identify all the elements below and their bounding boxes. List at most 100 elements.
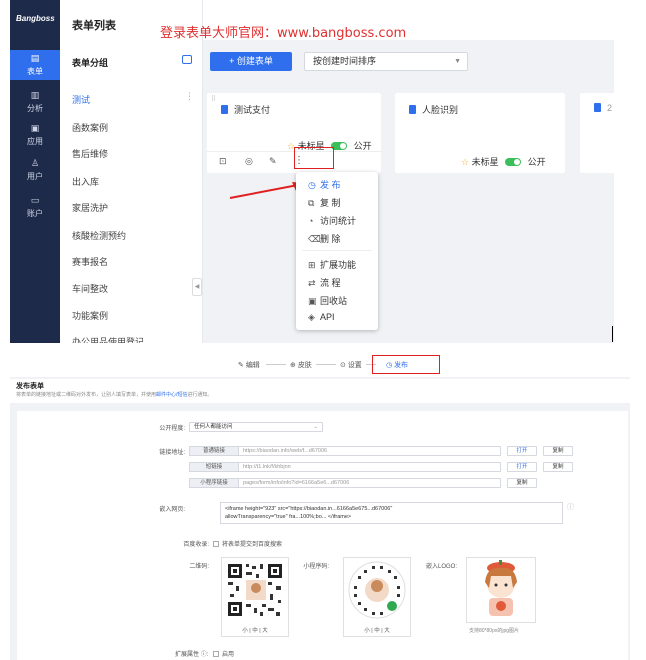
- group-item[interactable]: 核酸检测预约: [72, 229, 126, 242]
- logo-upload-box[interactable]: [466, 557, 536, 623]
- select-value: 任何人都能访问: [194, 424, 233, 430]
- preview-icon[interactable]: ⊡: [219, 156, 227, 167]
- card-status: ☆ 未标星 公开: [461, 155, 546, 168]
- nav-item-account[interactable]: ▭ 账户: [10, 195, 60, 219]
- logo-image: [485, 560, 517, 616]
- group-item[interactable]: 赛事报名: [72, 255, 108, 268]
- normal-link-field[interactable]: https://biaodan.info/web/f...d67006: [238, 446, 501, 456]
- size-medium[interactable]: 中: [374, 628, 380, 634]
- menu-item-publish[interactable]: ◷ 发 布: [308, 178, 341, 191]
- nav-label: 分析: [27, 104, 43, 113]
- help-icon[interactable]: ⓘ: [567, 502, 574, 512]
- menu-item-stats[interactable]: ◔ 访问统计: [308, 214, 356, 227]
- mini-code-label: 小程序码:: [303, 564, 329, 570]
- qr-label: 二维码:: [189, 564, 209, 570]
- menu-item-copy[interactable]: ⧉ 复 制: [308, 196, 341, 209]
- form-icon: ▤: [30, 53, 40, 63]
- page-title: 表单列表: [72, 20, 116, 32]
- api-icon: ◈: [308, 312, 315, 322]
- ext-text: 启用: [222, 652, 235, 658]
- copy-mini-link-button[interactable]: 复制: [507, 478, 537, 488]
- star-label: 未标星: [471, 157, 499, 167]
- public-toggle[interactable]: [505, 158, 522, 166]
- form-file-icon: [221, 105, 228, 114]
- form-card-title: 2: [594, 103, 612, 113]
- highlight-box: [372, 355, 440, 374]
- nav-item-analysis[interactable]: ▥ 分析: [10, 90, 60, 114]
- group-item[interactable]: 测试: [72, 93, 90, 106]
- menu-item-delete[interactable]: ⌫删 除: [308, 232, 341, 245]
- copy-short-link-button[interactable]: 复制: [543, 462, 573, 472]
- menu-item-extend[interactable]: ⊞ 扩展功能: [308, 258, 356, 271]
- link-type-tag: 小程序链接: [189, 478, 239, 488]
- chevron-down-icon: ▼: [454, 58, 461, 65]
- form-list-screen: Bangboss ▤ 表单 ▥ 分析 ▣ 应用 ♙ 用户 ▭ 账户 表单列表 表…: [10, 0, 614, 343]
- size-large[interactable]: 大: [262, 628, 268, 634]
- menu-item-api[interactable]: ◈ API: [308, 312, 335, 323]
- collapse-group-icon[interactable]: [182, 55, 192, 64]
- view-icon[interactable]: ◎: [245, 156, 253, 167]
- short-link-field[interactable]: http://t1.lnk/f/khbjnn: [238, 462, 501, 472]
- group-item[interactable]: 功能案例: [72, 309, 108, 322]
- help-icon[interactable]: ⓘ: [201, 652, 207, 658]
- menu-label: 删 除: [320, 234, 341, 244]
- open-short-link-button[interactable]: 打开: [507, 462, 537, 472]
- form-card[interactable]: 人脸识别 ☆ 未标星 公开: [395, 93, 565, 173]
- checkbox[interactable]: [213, 541, 219, 547]
- link-label: 链接地址:: [159, 450, 185, 456]
- more-icon[interactable]: ⋮: [185, 91, 194, 102]
- group-item[interactable]: 家居洗护: [72, 201, 108, 214]
- star-icon[interactable]: ☆: [461, 157, 469, 167]
- form-card[interactable]: 2: [580, 93, 614, 173]
- step-settings[interactable]: ⊙ 设置: [340, 360, 362, 370]
- copy-link-button[interactable]: 复制: [543, 446, 573, 456]
- group-item[interactable]: 函数案例: [72, 121, 108, 134]
- wallet-icon: ▭: [30, 195, 40, 205]
- group-item[interactable]: 出入库: [72, 175, 99, 188]
- desc-text: 将表单的链接地址或二维码对外发布，让别人填写表单，并使用: [16, 392, 157, 398]
- mini-program-code-image: [348, 561, 406, 619]
- size-small[interactable]: 小: [364, 628, 370, 634]
- baidu-option[interactable]: 将表单提交到百度搜索: [213, 539, 282, 548]
- size-small[interactable]: 小: [242, 628, 248, 634]
- nav-item-user[interactable]: ♙ 用户: [10, 158, 60, 182]
- create-form-button[interactable]: + 创建表单: [210, 52, 292, 71]
- drag-handle-icon[interactable]: ⠿: [211, 95, 216, 103]
- menu-item-recycle[interactable]: ▣ 回收站: [308, 294, 347, 307]
- menu-item-flow[interactable]: ⇄ 流 程: [308, 276, 341, 289]
- size-options: 小 | 中 | 大: [364, 628, 390, 634]
- group-item[interactable]: 办公用品使用登记: [72, 335, 144, 343]
- mini-program-link-field[interactable]: pages/form/info/info?id=6166a5e6...d6700…: [238, 478, 501, 488]
- skin-icon: ⊕: [290, 362, 298, 369]
- step-skin[interactable]: ⊕ 皮肤: [290, 360, 312, 370]
- nav-item-app[interactable]: ▣ 应用: [10, 123, 60, 147]
- sort-select[interactable]: 按创建时间排序 ▼: [304, 52, 468, 71]
- edit-icon[interactable]: ✎: [269, 156, 277, 167]
- publish-icon: ◷: [308, 180, 316, 190]
- ext-option[interactable]: 启用: [213, 649, 234, 658]
- size-large[interactable]: 大: [384, 628, 390, 634]
- open-link-button[interactable]: 打开: [507, 446, 537, 456]
- nav-label: 用户: [27, 172, 43, 181]
- step-edit[interactable]: ✎ 编辑: [238, 360, 260, 370]
- collapse-sidebar-button[interactable]: ◀: [192, 278, 202, 296]
- highlight-box: [294, 147, 334, 169]
- embed-logo-label: 嵌入LOGO:: [425, 564, 457, 570]
- public-level-select[interactable]: 任何人都能访问 ⌄: [189, 422, 323, 432]
- link-type-tag: 普通链接: [189, 446, 239, 456]
- desc-tail: 进行通知。: [187, 392, 213, 398]
- group-item[interactable]: 车间整改: [72, 282, 108, 295]
- group-item[interactable]: 售后维修: [72, 147, 108, 160]
- public-level-label: 公开程度:: [159, 426, 185, 432]
- nav-item-form[interactable]: ▤ 表单: [10, 50, 60, 80]
- menu-label: 回收站: [320, 296, 348, 306]
- flow-icon: ⇄: [308, 278, 316, 288]
- mail-center-link[interactable]: 邮件中心/短信: [156, 392, 187, 398]
- menu-label: 复 制: [320, 198, 341, 208]
- embed-code-textarea[interactable]: <iframe height="923" src="https://biaoda…: [220, 502, 563, 524]
- group-panel: 表单列表 表单分组 测试 ⋮ 函数案例 售后维修 出入库 家居洗护 核酸检测预约…: [60, 0, 203, 343]
- trash-icon: ⌫: [308, 234, 321, 244]
- settings-icon: ⊙: [340, 362, 348, 369]
- size-medium[interactable]: 中: [252, 628, 258, 634]
- checkbox[interactable]: [213, 651, 219, 657]
